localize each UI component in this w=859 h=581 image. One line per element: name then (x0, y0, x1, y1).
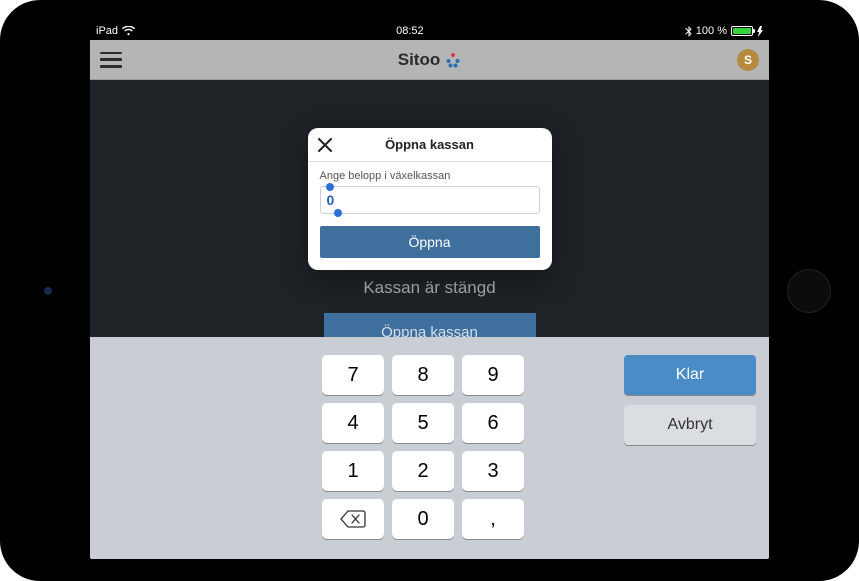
selection-handle-icon[interactable] (334, 209, 342, 217)
close-icon[interactable] (316, 136, 334, 154)
open-register-modal: Öppna kassan Ange belopp i växelkassan Ö… (308, 128, 552, 270)
cancel-button[interactable]: Avbryt (624, 405, 756, 445)
key-7[interactable]: 7 (322, 355, 384, 395)
key-3[interactable]: 3 (462, 451, 524, 491)
key-6[interactable]: 6 (462, 403, 524, 443)
key-backspace[interactable] (322, 499, 384, 539)
device-label: iPad (96, 25, 118, 37)
key-9[interactable]: 9 (462, 355, 524, 395)
battery-icon (731, 26, 753, 36)
keypad-grid: 7 8 9 4 5 6 1 2 3 0 , (322, 355, 524, 539)
user-avatar[interactable]: S (737, 49, 759, 71)
avatar-letter: S (744, 53, 752, 67)
key-2[interactable]: 2 (392, 451, 454, 491)
open-button[interactable]: Öppna (320, 226, 540, 258)
bluetooth-icon (685, 26, 692, 37)
ios-status-bar: iPad 08:52 100 % (90, 22, 769, 40)
key-8[interactable]: 8 (392, 355, 454, 395)
amount-label: Ange belopp i växelkassan (320, 170, 540, 182)
wifi-icon (122, 26, 135, 36)
menu-button[interactable] (100, 52, 122, 68)
clock: 08:52 (396, 25, 424, 37)
done-button[interactable]: Klar (624, 355, 756, 395)
modal-title: Öppna kassan (385, 137, 474, 152)
main-area: Kassan är stängd Öppna kassan Öppna kass… (90, 80, 769, 559)
charging-icon (757, 26, 763, 37)
home-button[interactable] (787, 269, 831, 313)
screen: iPad 08:52 100 % Sitoo (90, 22, 769, 559)
selection-handle-icon[interactable] (326, 183, 334, 191)
key-comma[interactable]: , (462, 499, 524, 539)
register-closed-message: Kassan är stängd (90, 278, 769, 298)
app-topbar: Sitoo S (90, 40, 769, 80)
modal-header: Öppna kassan (308, 128, 552, 162)
device-camera (44, 287, 52, 295)
backspace-icon (340, 510, 366, 528)
battery-percent: 100 % (696, 25, 727, 37)
brand-mark-icon (445, 52, 461, 68)
key-1[interactable]: 1 (322, 451, 384, 491)
key-4[interactable]: 4 (322, 403, 384, 443)
ipad-frame: iPad 08:52 100 % Sitoo (0, 0, 859, 581)
brand-text: Sitoo (398, 50, 441, 70)
key-5[interactable]: 5 (392, 403, 454, 443)
amount-input[interactable] (320, 186, 540, 214)
key-0[interactable]: 0 (392, 499, 454, 539)
brand-logo: Sitoo (398, 50, 462, 70)
numeric-keyboard: 7 8 9 4 5 6 1 2 3 0 , Klar (90, 337, 769, 559)
